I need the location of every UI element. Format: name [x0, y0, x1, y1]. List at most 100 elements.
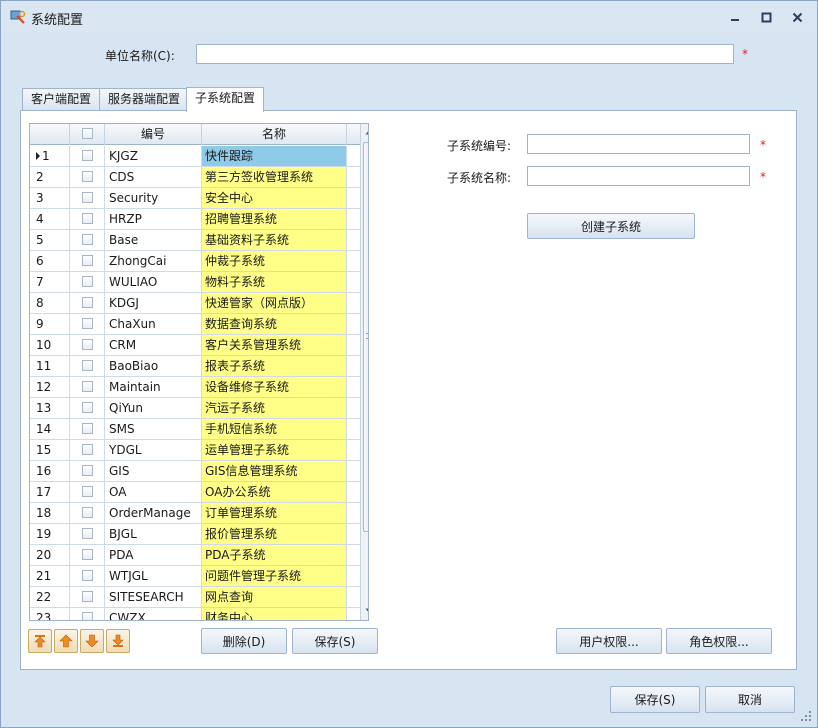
row-checkbox[interactable]	[81, 528, 93, 539]
row-checkbox-cell[interactable]	[70, 461, 105, 481]
row-code[interactable]: WULIAO	[105, 272, 202, 292]
row-checkbox[interactable]	[81, 381, 93, 392]
table-row[interactable]: 19 BJGL 报价管理系统	[30, 524, 368, 545]
row-checkbox-cell[interactable]	[70, 356, 105, 376]
table-row[interactable]: 8 KDGJ 快递管家（网点版）	[30, 293, 368, 314]
row-code[interactable]: SMS	[105, 419, 202, 439]
row-checkbox[interactable]	[81, 297, 93, 308]
row-code[interactable]: WTJGL	[105, 566, 202, 586]
unit-name-input[interactable]	[196, 44, 734, 64]
table-row[interactable]: 23 CWZX 财务中心	[30, 608, 368, 620]
row-checkbox-cell[interactable]	[70, 188, 105, 208]
delete-button[interactable]: 删除(D)	[201, 628, 287, 654]
row-code[interactable]: Security	[105, 188, 202, 208]
minimize-button[interactable]	[726, 8, 744, 26]
row-checkbox-cell[interactable]	[70, 167, 105, 187]
row-checkbox[interactable]	[81, 192, 93, 203]
row-checkbox[interactable]	[81, 402, 93, 413]
table-row[interactable]: 20 PDA PDA子系统	[30, 545, 368, 566]
row-code[interactable]: HRZP	[105, 209, 202, 229]
row-checkbox-cell[interactable]	[70, 503, 105, 523]
row-checkbox[interactable]	[81, 444, 93, 455]
table-row[interactable]: 1 KJGZ 快件跟踪	[30, 146, 368, 167]
row-name[interactable]: PDA子系统	[202, 545, 347, 565]
row-checkbox-cell[interactable]	[70, 209, 105, 229]
row-checkbox[interactable]	[81, 549, 93, 560]
row-checkbox-cell[interactable]	[70, 566, 105, 586]
row-code[interactable]: CWZX	[105, 608, 202, 620]
subsystem-name-input[interactable]	[527, 166, 750, 186]
row-checkbox-cell[interactable]	[70, 524, 105, 544]
table-row[interactable]: 11 BaoBiao 报表子系统	[30, 356, 368, 377]
row-checkbox[interactable]	[81, 318, 93, 329]
scroll-up-icon[interactable]	[362, 125, 368, 139]
row-checkbox[interactable]	[81, 360, 93, 371]
row-checkbox[interactable]	[81, 591, 93, 602]
table-row[interactable]: 2 CDS 第三方签收管理系统	[30, 167, 368, 188]
row-name[interactable]: 问题件管理子系统	[202, 566, 347, 586]
row-checkbox-cell[interactable]	[70, 251, 105, 271]
resize-grip-icon[interactable]	[799, 709, 813, 723]
row-checkbox-cell[interactable]	[70, 440, 105, 460]
header-name[interactable]: 名称	[202, 124, 347, 145]
row-code[interactable]: BJGL	[105, 524, 202, 544]
row-checkbox[interactable]	[81, 213, 93, 224]
table-row[interactable]: 22 SITESEARCH 网点查询	[30, 587, 368, 608]
row-checkbox-cell[interactable]	[70, 230, 105, 250]
row-code[interactable]: QiYun	[105, 398, 202, 418]
row-checkbox-cell[interactable]	[70, 293, 105, 313]
table-row[interactable]: 6 ZhongCai 仲裁子系统	[30, 251, 368, 272]
tab-subsystem-config[interactable]: 子系统配置	[186, 87, 265, 112]
row-checkbox-cell[interactable]	[70, 587, 105, 607]
row-checkbox[interactable]	[81, 276, 93, 287]
table-row[interactable]: 15 YDGL 运单管理子系统	[30, 440, 368, 461]
table-row[interactable]: 7 WULIAO 物料子系统	[30, 272, 368, 293]
role-permission-button[interactable]: 角色权限...	[666, 628, 772, 654]
header-select-all[interactable]	[70, 124, 105, 145]
table-row[interactable]: 14 SMS 手机短信系统	[30, 419, 368, 440]
row-code[interactable]: OA	[105, 482, 202, 502]
footer-save-button[interactable]: 保存(S)	[610, 686, 700, 713]
select-all-checkbox[interactable]	[81, 128, 93, 139]
row-code[interactable]: SITESEARCH	[105, 587, 202, 607]
row-code[interactable]: CDS	[105, 167, 202, 187]
row-name[interactable]: GIS信息管理系统	[202, 461, 347, 481]
row-name[interactable]: 快递管家（网点版）	[202, 293, 347, 313]
table-row[interactable]: 18 OrderManage 订单管理系统	[30, 503, 368, 524]
row-code[interactable]: OrderManage	[105, 503, 202, 523]
row-name[interactable]: OA办公系统	[202, 482, 347, 502]
row-name[interactable]: 仲裁子系统	[202, 251, 347, 271]
row-name[interactable]: 报价管理系统	[202, 524, 347, 544]
row-code[interactable]: ChaXun	[105, 314, 202, 334]
scroll-down-icon[interactable]	[362, 604, 368, 618]
table-row[interactable]: 12 Maintain 设备维修子系统	[30, 377, 368, 398]
subsystem-code-input[interactable]	[527, 134, 750, 154]
row-name[interactable]: 订单管理系统	[202, 503, 347, 523]
row-name[interactable]: 快件跟踪	[202, 146, 347, 166]
row-checkbox[interactable]	[81, 486, 93, 497]
table-row[interactable]: 16 GIS GIS信息管理系统	[30, 461, 368, 482]
row-code[interactable]: KJGZ	[105, 146, 202, 166]
row-name[interactable]: 汽运子系统	[202, 398, 347, 418]
row-code[interactable]: KDGJ	[105, 293, 202, 313]
tab-server-config[interactable]: 服务器端配置	[99, 88, 190, 111]
table-row[interactable]: 4 HRZP 招聘管理系统	[30, 209, 368, 230]
row-checkbox-cell[interactable]	[70, 398, 105, 418]
table-row[interactable]: 5 Base 基础资料子系统	[30, 230, 368, 251]
row-checkbox[interactable]	[81, 255, 93, 266]
close-button[interactable]	[788, 8, 806, 26]
row-checkbox[interactable]	[81, 612, 93, 620]
header-code[interactable]: 编号	[105, 124, 202, 145]
row-checkbox-cell[interactable]	[70, 314, 105, 334]
row-checkbox[interactable]	[81, 150, 93, 161]
row-code[interactable]: CRM	[105, 335, 202, 355]
move-bottom-button[interactable]	[106, 629, 130, 653]
row-checkbox[interactable]	[81, 465, 93, 476]
table-row[interactable]: 10 CRM 客户关系管理系统	[30, 335, 368, 356]
row-name[interactable]: 基础资料子系统	[202, 230, 347, 250]
row-code[interactable]: GIS	[105, 461, 202, 481]
row-checkbox-cell[interactable]	[70, 377, 105, 397]
row-code[interactable]: YDGL	[105, 440, 202, 460]
grid-vertical-scrollbar[interactable]	[360, 124, 368, 620]
maximize-button[interactable]	[757, 8, 775, 26]
